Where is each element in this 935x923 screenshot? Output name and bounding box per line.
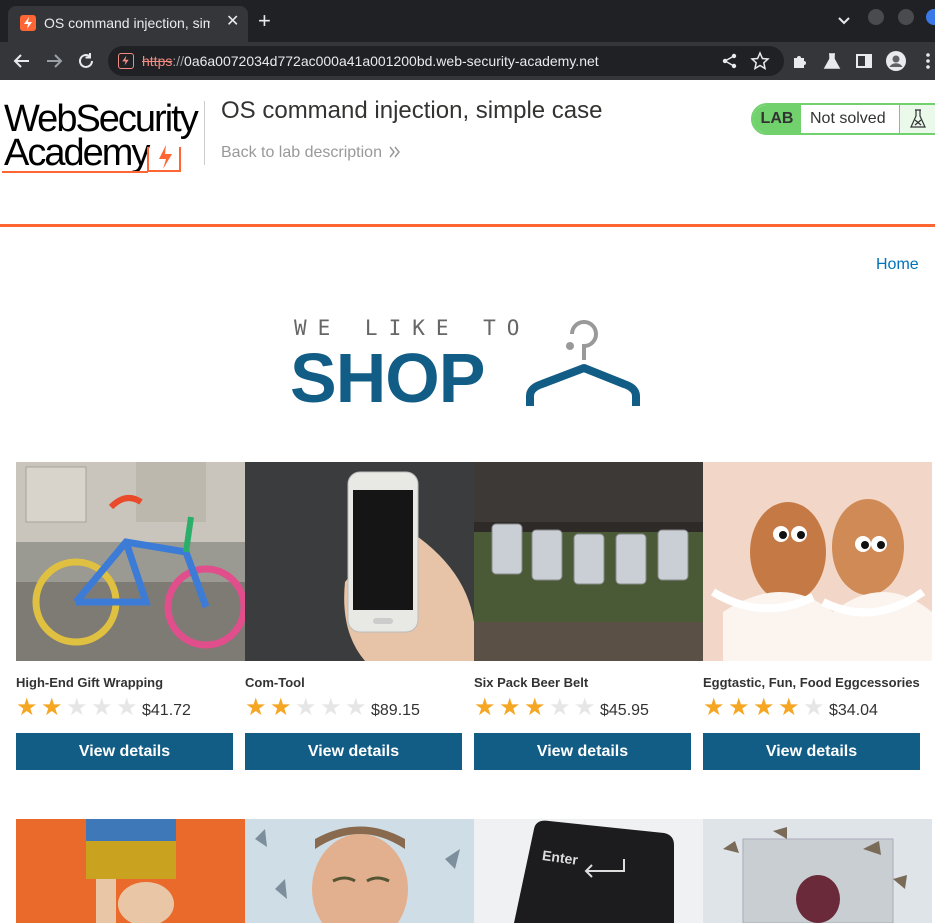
- address-bar[interactable]: https://0a6a0072034d772ac000a41a001200bd…: [108, 46, 784, 76]
- bookmark-star-icon[interactable]: [750, 51, 770, 71]
- lab-header: WebSecurity Academy OS command injection…: [0, 81, 935, 227]
- lab-title: OS command injection, simple case: [221, 97, 603, 124]
- product-image-enter-key[interactable]: Enter: [474, 819, 703, 923]
- star-empty-icon: ★: [91, 694, 113, 721]
- product-image-flying-books[interactable]: [703, 819, 932, 923]
- back-to-lab-description-link[interactable]: Back to lab description: [221, 144, 382, 162]
- lightning-logo-icon: [147, 145, 181, 172]
- forward-arrow-icon[interactable]: [43, 50, 65, 72]
- banner-tagline: WE LIKE TO: [294, 316, 531, 340]
- lab-status-text: Not solved: [810, 110, 886, 127]
- star-empty-icon: ★: [345, 694, 367, 721]
- star-filled-icon: ★: [728, 694, 750, 721]
- view-details-button[interactable]: View details: [703, 733, 920, 770]
- star-empty-icon: ★: [803, 694, 825, 721]
- star-empty-icon: ★: [66, 694, 88, 721]
- coat-hanger-icon: [526, 320, 640, 406]
- close-tab-icon[interactable]: ✕: [226, 13, 239, 31]
- reload-icon[interactable]: [75, 50, 97, 72]
- product-image-eggs-with-feathers[interactable]: [703, 462, 932, 661]
- product-price: $45.95: [600, 702, 649, 719]
- lab-flask-icon: [899, 105, 935, 133]
- star-filled-icon: ★: [245, 694, 267, 721]
- new-tab-icon[interactable]: +: [258, 9, 271, 33]
- share-icon[interactable]: [720, 51, 740, 71]
- side-panel-icon[interactable]: [854, 51, 874, 71]
- product-image-squinting-man[interactable]: [245, 819, 474, 923]
- lab-status-widget: LAB Not solved: [751, 103, 935, 135]
- product-image-smartphone-in-hand[interactable]: [245, 462, 474, 661]
- star-filled-icon: ★: [499, 694, 521, 721]
- product-price: $34.04: [829, 702, 878, 719]
- star-filled-icon: ★: [778, 694, 800, 721]
- tab-search-chevron-icon[interactable]: [836, 12, 852, 28]
- labs-flask-icon[interactable]: [822, 51, 842, 71]
- product-name: Six Pack Beer Belt: [474, 675, 589, 690]
- star-filled-icon: ★: [474, 694, 496, 721]
- star-empty-icon: ★: [574, 694, 596, 721]
- star-filled-icon: ★: [703, 694, 725, 721]
- product-name: High-End Gift Wrapping: [16, 675, 164, 690]
- star-filled-icon: ★: [524, 694, 546, 721]
- double-chevron-right-icon[interactable]: [388, 143, 402, 166]
- product-name: Eggtastic, Fun, Food Eggcessories: [703, 675, 920, 690]
- header-divider: [204, 101, 205, 165]
- rating-stars: ★ ★ ★ ★ ★: [474, 696, 599, 720]
- rating-stars: ★ ★ ★ ★ ★: [245, 696, 370, 720]
- home-link[interactable]: Home: [876, 256, 919, 274]
- profile-avatar-icon[interactable]: [886, 51, 906, 71]
- extensions-puzzle-icon[interactable]: [790, 51, 810, 71]
- star-empty-icon: ★: [295, 694, 317, 721]
- maximize-window-icon[interactable]: [898, 9, 914, 25]
- web-security-academy-logo[interactable]: WebSecurity Academy: [2, 99, 202, 177]
- product-price: $41.72: [142, 702, 191, 719]
- star-empty-icon: ★: [116, 694, 138, 721]
- product-name: Com-Tool: [245, 675, 305, 690]
- star-empty-icon: ★: [549, 694, 571, 721]
- star-filled-icon: ★: [753, 694, 775, 721]
- logo-underline: [2, 171, 148, 173]
- star-filled-icon: ★: [16, 694, 38, 721]
- tab-title: OS command injection, simple case: [44, 15, 210, 31]
- browser-tabstrip: OS command injection, simple case ✕ +: [0, 0, 935, 42]
- star-empty-icon: ★: [320, 694, 342, 721]
- product-image-beer-belt[interactable]: [474, 462, 703, 661]
- browser-toolbar: https://0a6a0072034d772ac000a41a001200bd…: [0, 42, 935, 80]
- star-filled-icon: ★: [270, 694, 292, 721]
- back-arrow-icon[interactable]: [11, 50, 33, 72]
- view-details-button[interactable]: View details: [245, 733, 462, 770]
- star-filled-icon: ★: [41, 694, 63, 721]
- shop-banner: WE LIKE TO SHOP: [290, 312, 650, 417]
- product-image-toddler-figure[interactable]: [16, 819, 245, 923]
- browser-tab[interactable]: OS command injection, simple case ✕: [8, 6, 248, 42]
- lightning-favicon-icon: [20, 15, 36, 31]
- site-favicon-icon: [118, 53, 134, 69]
- view-details-button[interactable]: View details: [16, 733, 233, 770]
- product-price: $89.15: [371, 702, 420, 719]
- browser-menu-icon[interactable]: [918, 51, 935, 71]
- banner-title: SHOP: [290, 339, 485, 417]
- view-details-button[interactable]: View details: [474, 733, 691, 770]
- close-window-icon[interactable]: [926, 9, 935, 25]
- minimize-window-icon[interactable]: [868, 9, 884, 25]
- rating-stars: ★ ★ ★ ★ ★: [703, 696, 828, 720]
- rating-stars: ★ ★ ★ ★ ★: [16, 696, 141, 720]
- url-text[interactable]: https://0a6a0072034d772ac000a41a001200bd…: [142, 53, 599, 69]
- lab-badge: LAB: [753, 105, 801, 133]
- product-image-gift-wrapped-bicycle[interactable]: [16, 462, 245, 661]
